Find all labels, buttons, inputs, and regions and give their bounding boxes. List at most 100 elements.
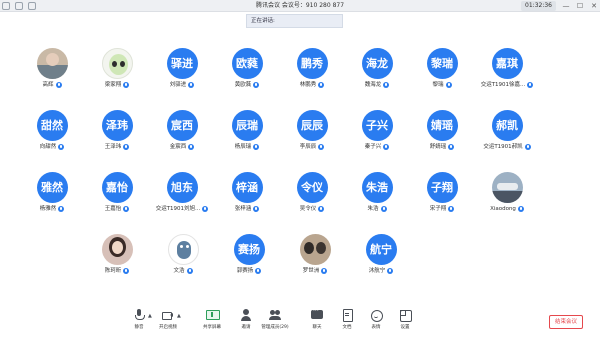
participant-avatar-alien-toy	[101, 48, 133, 79]
participant-avatar: 令仪	[296, 172, 328, 203]
participant-tile[interactable]: 子兴 秦子兴	[345, 110, 409, 151]
participant-name: 宋子翔	[429, 206, 447, 212]
participant-tile[interactable]: 子翔 宋子翔	[410, 172, 474, 213]
participant-tile[interactable]: 海龙 魏海龙	[345, 48, 409, 89]
members-icon	[269, 309, 281, 321]
participant-avatar-ghost	[167, 234, 199, 265]
participant-name-row: 陈珂昕	[85, 267, 149, 275]
participant-name-row: 交运T1901刘旭...	[150, 205, 214, 213]
participant-name-row: 向甜然	[20, 143, 84, 151]
mic-muted-icon	[517, 206, 524, 212]
maximize-button[interactable]: ☐	[576, 1, 584, 11]
participant-tile[interactable]: 宸西 金宸西	[150, 110, 214, 151]
participant-tile[interactable]: 郝凯 交运T1901郝凯	[475, 110, 539, 151]
participant-avatar: 辰瑞	[231, 110, 263, 141]
close-button[interactable]: ✕	[590, 1, 598, 11]
participant-tile[interactable]: Xiaodong	[475, 172, 539, 213]
participant-tile[interactable]: 赛扬 郭赛扬	[217, 234, 281, 275]
participant-name-row: 朱浩	[345, 205, 409, 213]
participant-avatar-duo-photo	[299, 234, 331, 265]
participant-avatar: 嘉怡	[101, 172, 133, 203]
participant-tile[interactable]: 文浩	[151, 234, 215, 275]
screen-share-button[interactable]: 共享屏幕	[195, 309, 229, 332]
participant-tile[interactable]: 欧蕤 黄欧蕤	[215, 48, 279, 89]
participant-name-row: 梁家翔	[85, 81, 149, 89]
participant-name-row: 黎瑞	[410, 81, 474, 89]
participant-name: 王泽玮	[104, 144, 122, 150]
participant-name-row: Xiaodong	[475, 205, 539, 213]
members-button[interactable]: 管理成员(29)	[258, 309, 292, 332]
participant-name: 王嘉怡	[104, 206, 122, 212]
participant-name: Xiaodong	[490, 206, 516, 212]
participant-tile[interactable]: 高辉	[20, 48, 84, 89]
speaking-indicator: 正在讲话:	[246, 14, 343, 28]
participant-tile[interactable]: 朱浩 朱浩	[345, 172, 409, 213]
mic-muted-icon	[58, 144, 65, 150]
participant-tile[interactable]: 梓涵 张梓涵	[215, 172, 279, 213]
participant-avatar-car-photo	[491, 172, 523, 203]
mic-muted-icon	[527, 82, 534, 88]
participant-tile[interactable]: 黎瑞 黎瑞	[410, 48, 474, 89]
mic-muted-icon	[448, 144, 455, 150]
participant-name-row: 高辉	[20, 81, 84, 89]
document-icon	[341, 309, 353, 322]
mic-muted-icon	[253, 82, 260, 88]
participant-name: 舒婧瑶	[429, 144, 447, 150]
participant-avatar: 欧蕤	[231, 48, 263, 79]
participant-name: 陈珂昕	[104, 268, 122, 274]
mic-muted-icon	[445, 82, 452, 88]
chat-button[interactable]: 聊天	[300, 308, 334, 332]
participant-avatar: 宸西	[166, 110, 198, 141]
minimize-button[interactable]: —	[562, 1, 570, 11]
participant-tile[interactable]: 甜然 向甜然	[20, 110, 84, 151]
participant-tile[interactable]: 泽玮 王泽玮	[85, 110, 149, 151]
participant-tile[interactable]: 雅然 杨雅然	[20, 172, 84, 213]
participant-tile[interactable]: 辰辰 李辰辰	[280, 110, 344, 151]
meeting-window: 腾讯会议 会议号：910 280 877 01:32:36 — ☐ ✕ 正在讲话…	[0, 0, 600, 338]
participant-name: 沐航宁	[368, 268, 386, 274]
participant-name-row: 秦子兴	[345, 143, 409, 151]
participant-name-row: 王泽玮	[85, 143, 149, 151]
participant-tile[interactable]: 婧瑶 舒婧瑶	[410, 110, 474, 151]
participant-name-row: 杨雅然	[20, 205, 84, 213]
participant-tile[interactable]: 鹏秀 林鹏秀	[280, 48, 344, 89]
participant-name: 林鹏秀	[299, 82, 317, 88]
participant-avatar: 泽玮	[101, 110, 133, 141]
participant-tile[interactable]: 嘉怡 王嘉怡	[85, 172, 149, 213]
participant-avatar: 黎瑞	[426, 48, 458, 79]
participant-tile[interactable]: 令仪 吴令仪	[280, 172, 344, 213]
participant-avatar: 梓涵	[231, 172, 263, 203]
participant-avatar: 雅然	[36, 172, 68, 203]
invite-icon	[240, 309, 252, 321]
participant-name: 刘驿进	[169, 82, 187, 88]
participant-name: 朱浩	[367, 206, 379, 212]
participant-name: 交运T1901徐嘉...	[480, 82, 526, 88]
participant-tile[interactable]: 梁家翔	[85, 48, 149, 89]
mic-muted-icon	[202, 206, 209, 212]
participant-tile[interactable]: 罗世洲	[283, 234, 347, 275]
participant-name-row: 李辰辰	[280, 143, 344, 151]
participant-name: 郭赛扬	[236, 268, 254, 274]
mic-muted-icon	[383, 82, 390, 88]
participant-tile[interactable]: 航宁 沐航宁	[349, 234, 413, 275]
participant-tile[interactable]: 旭东 交运T1901刘旭...	[150, 172, 214, 213]
toolbar-label: 设置	[400, 325, 410, 330]
settings-button[interactable]: 设置	[388, 309, 422, 332]
participant-name-row: 交运T1901郝凯	[475, 143, 539, 151]
mic-muted-icon	[255, 268, 262, 274]
participant-tile[interactable]: 辰瑞 杨辰瑞	[215, 110, 279, 151]
participant-tile[interactable]: 嘉琪 交运T1901徐嘉...	[475, 48, 539, 89]
participant-tile[interactable]: 陈珂昕	[85, 234, 149, 275]
end-meeting-button[interactable]: 结束会议	[549, 315, 583, 329]
participant-name-row: 魏海龙	[345, 81, 409, 89]
participant-name: 金宸西	[169, 144, 187, 150]
participant-avatar: 婧瑶	[426, 110, 458, 141]
participant-name-row: 吴令仪	[280, 205, 344, 213]
mic-muted-icon	[186, 268, 193, 274]
caret-up-icon[interactable]: ▲	[177, 313, 181, 319]
participant-name-row: 王嘉怡	[85, 205, 149, 213]
participant-name-row: 宋子翔	[410, 205, 474, 213]
participant-name: 杨雅然	[39, 206, 57, 212]
participant-name: 张梓涵	[234, 206, 252, 212]
participant-tile[interactable]: 驿进 刘驿进	[150, 48, 214, 89]
